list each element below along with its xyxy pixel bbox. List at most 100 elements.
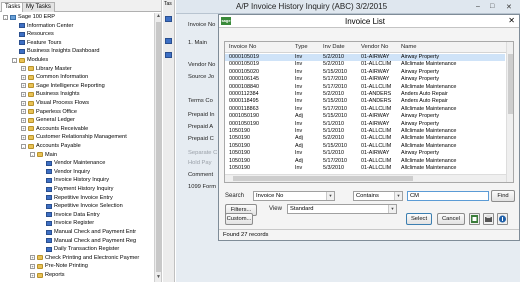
scroll-down-icon[interactable]: ▼	[155, 274, 161, 281]
tree-item[interactable]: Manual Check and Payment Reg	[39, 237, 136, 245]
collapse-icon[interactable]: -	[12, 57, 17, 63]
tree-item[interactable]: + Business Insights	[21, 90, 80, 98]
help-icon[interactable]	[497, 213, 508, 225]
view-select[interactable]: Standard ▼	[287, 204, 397, 214]
collapse-icon[interactable]: -	[21, 143, 26, 149]
table-row[interactable]: 1050190 Inv 5/1/2010 01-AIRWAY Airway Proper…	[225, 150, 505, 157]
tree-item[interactable]: Business Insights Dashboard	[12, 47, 99, 55]
tree-item[interactable]: Information Center	[12, 22, 73, 30]
close-icon[interactable]: ✕	[508, 16, 515, 25]
collapse-icon[interactable]: -	[30, 152, 35, 158]
expand-icon[interactable]: +	[21, 100, 26, 106]
tree-scrollbar[interactable]: ▲ ▼	[154, 13, 161, 282]
grid-vertical-scrollbar[interactable]	[506, 42, 513, 182]
custom-button[interactable]: Custom...	[225, 213, 253, 225]
tree-item[interactable]: Resources	[12, 30, 54, 38]
grid-horizontal-scrollbar[interactable]	[225, 174, 506, 182]
chevron-down-icon[interactable]: ▼	[388, 205, 396, 213]
grid-scroll-thumb[interactable]	[508, 54, 513, 114]
column-header-invoice-no[interactable]: Invoice No	[225, 42, 295, 53]
table-row[interactable]: 1050190 Adj 5/2/2010 01-ALLCLIM Allclimate M…	[225, 135, 505, 142]
expand-icon[interactable]: +	[21, 83, 26, 89]
table-row[interactable]: 1050190 Inv 5/1/2010 01-ALLCLIM Allclimate M…	[225, 128, 505, 135]
tree-item[interactable]: Invoice Data Entry	[39, 211, 100, 219]
expand-icon[interactable]: +	[30, 255, 35, 261]
expand-icon[interactable]: +	[21, 109, 26, 115]
tree-item[interactable]: + Common Information	[21, 73, 88, 81]
tree-item[interactable]: Vendor Maintenance	[39, 159, 105, 167]
close-icon[interactable]: ✕	[506, 3, 512, 11]
minimize-icon[interactable]: –	[476, 3, 480, 10]
tree-item[interactable]: Daily Transaction Register	[39, 245, 119, 253]
print-icon[interactable]	[483, 213, 494, 225]
tab-tasks[interactable]: Tasks	[1, 2, 25, 12]
tree-item[interactable]: Invoice History Inquiry	[39, 176, 109, 184]
grid-hscroll-thumb[interactable]	[233, 176, 413, 181]
tree-item[interactable]: + Accounts Receivable	[21, 125, 88, 133]
tree-item[interactable]: Feature Tours	[12, 39, 61, 47]
find-button[interactable]: Find	[491, 190, 515, 202]
column-header-name[interactable]: Name	[401, 42, 506, 53]
cancel-button[interactable]: Cancel	[437, 213, 465, 225]
table-row[interactable]: 0000105020 Inv 5/15/2010 01-AIRWAY Airway Pr…	[225, 69, 505, 76]
table-row[interactable]: 1050190 Adj 5/17/2010 01-ALLCLIM Allclimate …	[225, 158, 505, 165]
table-row[interactable]: 0000106145 Inv 5/17/2010 01-AIRWAY Airway Pr…	[225, 76, 505, 83]
table-row[interactable]: 0000118495 Inv 5/15/2010 01-ANDERS Anders Au…	[225, 98, 505, 105]
table-row[interactable]: 1050190 Adj 5/15/2010 01-ALLCLIM Allclimate …	[225, 143, 505, 150]
search-field-select[interactable]: Invoice No ▼	[253, 191, 335, 201]
chevron-down-icon[interactable]: ▼	[326, 192, 334, 200]
table-row[interactable]: 0001050190 Inv 5/1/2010 01-AIRWAY Airway Pro…	[225, 121, 505, 128]
chevron-down-icon[interactable]: ▼	[394, 192, 402, 200]
tree-item[interactable]: Manual Check and Payment Entr	[39, 228, 136, 236]
export-icon[interactable]	[469, 213, 480, 225]
tree-item[interactable]: + Visual Process Flows	[21, 99, 89, 107]
task-icon[interactable]	[165, 52, 172, 58]
tree-item[interactable]: + Customer Relationship Management	[21, 133, 127, 141]
expand-icon[interactable]: +	[21, 117, 26, 123]
table-row[interactable]: 0000105019 Inv 5/2/2010 01-ALLCLIM Allclimat…	[225, 61, 505, 68]
tree-item[interactable]: Payment History Inquiry	[39, 185, 113, 193]
task-icon[interactable]	[165, 16, 172, 22]
maximize-icon[interactable]: □	[490, 3, 494, 10]
table-row[interactable]: 0001050190 Adj 5/15/2010 01-AIRWAY Airway Pr…	[225, 113, 505, 120]
select-button[interactable]: Select	[406, 213, 432, 225]
expand-icon[interactable]: +	[21, 126, 26, 132]
tree-item[interactable]: - Main	[30, 151, 57, 159]
table-row[interactable]: 0000118863 Inv 5/17/2010 01-ALLCLIM Allclima…	[225, 106, 505, 113]
tree-item[interactable]: Repetitive Invoice Selection	[39, 202, 123, 210]
expand-icon[interactable]: +	[21, 74, 26, 80]
table-row[interactable]: 1050190 Inv 5/3/2010 01-ALLCLIM Allclimate M…	[225, 165, 505, 172]
tree-item[interactable]: - Sage 100 ERP	[3, 13, 55, 21]
task-icon[interactable]	[165, 38, 172, 44]
tree-item[interactable]: Vendor Inquiry	[39, 168, 90, 176]
tab-tasks-secondary[interactable]: Tas	[164, 1, 172, 7]
table-row[interactable]: 0000108840 Inv 5/17/2010 01-ALLCLIM Allclima…	[225, 84, 505, 91]
tree-item[interactable]: + Library Master	[21, 65, 72, 73]
tree-scroll-thumb[interactable]	[156, 22, 161, 272]
table-row[interactable]: 0000105019 Inv 5/2/2010 01-AIRWAY Airway Pro…	[225, 54, 505, 61]
search-value-input[interactable]	[407, 191, 489, 201]
tree-item[interactable]: + General Ledger	[21, 116, 75, 124]
expand-icon[interactable]: +	[21, 91, 26, 97]
search-operator-select[interactable]: Contains ▼	[353, 191, 403, 201]
expand-icon[interactable]: +	[30, 272, 35, 278]
tree-item[interactable]: Repetitive Invoice Entry	[39, 194, 113, 202]
column-header-type[interactable]: Type	[295, 42, 323, 53]
tree-item[interactable]: + Pre-Note Printing	[30, 262, 88, 270]
tree-item[interactable]: + Check Printing and Electronic Paymer	[30, 254, 139, 262]
tree-item[interactable]: + Paperless Office	[21, 108, 77, 116]
scroll-up-icon[interactable]: ▲	[155, 13, 161, 20]
column-header-vendor-no[interactable]: Vendor No	[361, 42, 401, 53]
tree-item[interactable]: Invoice Register	[39, 219, 94, 227]
expand-icon[interactable]: +	[30, 263, 35, 269]
expand-icon[interactable]: +	[21, 66, 26, 72]
tree-item[interactable]: + Sage Intelligence Reporting	[21, 82, 105, 90]
tree-item[interactable]: - Modules	[12, 56, 48, 64]
table-row[interactable]: 0000112384 Inv 5/2/2010 01-ANDERS Anders Aut…	[225, 91, 505, 98]
column-header-inv-date[interactable]: Inv Date	[323, 42, 361, 53]
invoice-grid[interactable]: Invoice No Type Inv Date Vendor No Name …	[224, 41, 514, 183]
tree-item[interactable]: - Accounts Payable	[21, 142, 81, 150]
tree-item[interactable]: + Reports	[30, 271, 65, 279]
tab-my-tasks[interactable]: My Tasks	[22, 2, 55, 12]
expand-icon[interactable]: +	[21, 134, 26, 140]
